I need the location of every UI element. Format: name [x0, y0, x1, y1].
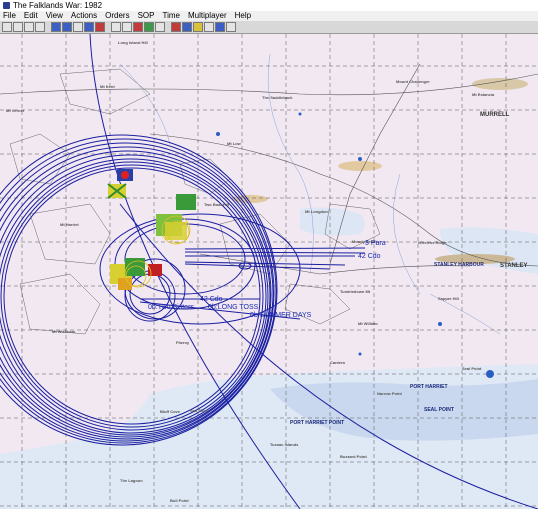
place-label: Mt Longdon	[305, 209, 328, 214]
map-canvas[interactable]	[0, 34, 538, 509]
open-icon[interactable]	[13, 22, 23, 32]
unit-icon[interactable]	[111, 22, 121, 32]
region-label: STANLEY	[500, 263, 528, 269]
place-label: Mt Low	[227, 141, 241, 146]
place-label: Mt Estancia	[472, 92, 495, 97]
menu-help[interactable]: Help	[235, 11, 251, 21]
place-label: Mt William	[358, 321, 378, 326]
region-label: SEAL POINT	[424, 407, 454, 413]
place-label: Fitzroy	[176, 340, 190, 345]
report-icon[interactable]	[193, 22, 203, 32]
menu-multiplayer[interactable]: Multiplayer	[188, 11, 227, 21]
place-label: Bull Point	[170, 498, 189, 503]
region-label: STANLEY HARBOUR	[434, 262, 484, 268]
place-label: Sea Shore	[190, 408, 210, 413]
flag-icon[interactable]	[95, 22, 105, 32]
search-icon[interactable]	[73, 22, 83, 32]
region-label: PORT HARRIET POINT	[290, 420, 345, 426]
menu-time[interactable]: Time	[162, 11, 179, 21]
unit-label[interactable]: 0b:Two Sisters	[148, 304, 194, 311]
map-view[interactable]: Long Island Hill Mt Kent The Saddleback …	[0, 34, 538, 509]
place-label: Two Boat Hill	[204, 202, 230, 207]
zoom-out-icon[interactable]	[62, 22, 72, 32]
zoom-in-icon[interactable]	[51, 22, 61, 32]
app-icon	[3, 2, 10, 9]
unit-label[interactable]: 3 Para	[365, 240, 386, 247]
region-label: MURRELL	[480, 112, 510, 118]
place-label: Long Island Hill	[118, 40, 148, 45]
place-label: Mt Harriet	[60, 222, 79, 227]
hex-icon[interactable]	[122, 22, 132, 32]
place-label: The Lagoon	[120, 478, 143, 483]
menu-file[interactable]: File	[3, 11, 16, 21]
weather-icon[interactable]	[204, 22, 214, 32]
unit-marker-3	[176, 194, 196, 210]
window-titlebar: The Falklands War: 1982	[0, 0, 538, 11]
place-label: Mount Challenger	[396, 79, 430, 84]
place-label: Wireless Ridge	[418, 240, 447, 245]
place-label: Bluff Cove	[160, 409, 180, 414]
place-label: Mt Vernet	[6, 108, 25, 113]
window-title: The Falklands War: 1982	[13, 1, 103, 10]
unit-label[interactable]: 0b:LONG TOSS	[208, 304, 258, 311]
place-label: Tumbledown Mt	[340, 289, 371, 294]
clock-icon[interactable]	[215, 22, 225, 32]
place-label: Mt Kent	[100, 84, 115, 89]
place-label: Buzzard Point	[340, 454, 367, 459]
place-label: Tussac Islands	[270, 442, 299, 447]
menu-edit[interactable]: Edit	[24, 11, 38, 21]
unit-label[interactable]: 42 Cdo	[358, 253, 381, 260]
move-icon[interactable]	[144, 22, 154, 32]
place-label: The Saddleback	[262, 95, 293, 100]
jump-icon[interactable]	[84, 22, 94, 32]
place-label: Mt Wickham	[52, 329, 76, 334]
attack-icon[interactable]	[133, 22, 143, 32]
help-icon[interactable]	[226, 22, 236, 32]
toolbar	[0, 21, 538, 34]
sand-3	[472, 78, 528, 90]
place-label: Narrow Point	[377, 391, 402, 396]
place-label: Sapper Hill	[438, 296, 459, 301]
new-icon[interactable]	[2, 22, 12, 32]
unit-label[interactable]: 0b:SUMMER DAYS	[250, 312, 311, 319]
arrow-icon[interactable]	[155, 22, 165, 32]
target-icon[interactable]	[171, 22, 181, 32]
menu-actions[interactable]: Actions	[71, 11, 97, 21]
menu-bar: File Edit View Actions Orders SOP Time M…	[0, 11, 538, 21]
save-icon[interactable]	[24, 22, 34, 32]
menu-sop[interactable]: SOP	[138, 11, 155, 21]
sand-1	[338, 161, 382, 171]
place-label: Cantera	[330, 360, 345, 365]
region-label: PORT HARRIET	[410, 384, 448, 390]
place-label: Seal Point	[462, 366, 482, 371]
info-icon[interactable]	[182, 22, 192, 32]
menu-view[interactable]: View	[46, 11, 63, 21]
print-icon[interactable]	[35, 22, 45, 32]
unit-marker-6	[125, 258, 145, 276]
unit-label[interactable]: 42 Cdo	[200, 296, 223, 303]
menu-orders[interactable]: Orders	[105, 11, 129, 21]
